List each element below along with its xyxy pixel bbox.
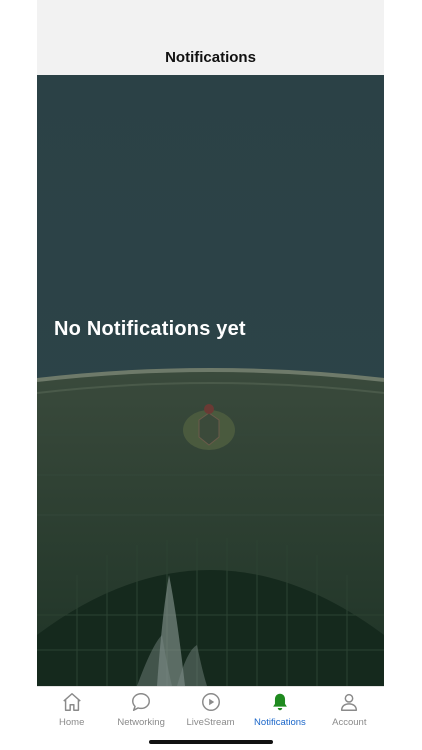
navigation-header: Notifications xyxy=(37,0,384,75)
bell-icon xyxy=(273,693,287,711)
page-title: Notifications xyxy=(165,49,256,66)
tab-bar: Home Networking LiveStream Notifications xyxy=(37,686,384,736)
tab-label: Home xyxy=(59,717,85,728)
tab-notifications[interactable]: Notifications xyxy=(245,687,314,736)
tab-home[interactable]: Home xyxy=(37,687,106,736)
tab-label: Account xyxy=(332,717,367,728)
home-indicator[interactable] xyxy=(149,740,273,744)
building-illustration xyxy=(37,75,384,686)
home-icon xyxy=(62,693,81,711)
empty-state-message: No Notifications yet xyxy=(54,318,246,340)
person-icon xyxy=(341,693,358,711)
tab-label: Notifications xyxy=(254,717,306,728)
tab-networking[interactable]: Networking xyxy=(106,687,175,736)
chat-bubble-icon xyxy=(132,693,151,711)
background-image: No Notifications yet xyxy=(37,75,384,686)
play-circle-icon xyxy=(201,693,220,711)
tab-label: LiveStream xyxy=(186,717,235,728)
tab-account[interactable]: Account xyxy=(315,687,384,736)
screen: Notifications No Notifications yet Home … xyxy=(37,0,384,750)
tab-livestream[interactable]: LiveStream xyxy=(176,687,245,736)
tab-label: Networking xyxy=(117,717,165,728)
